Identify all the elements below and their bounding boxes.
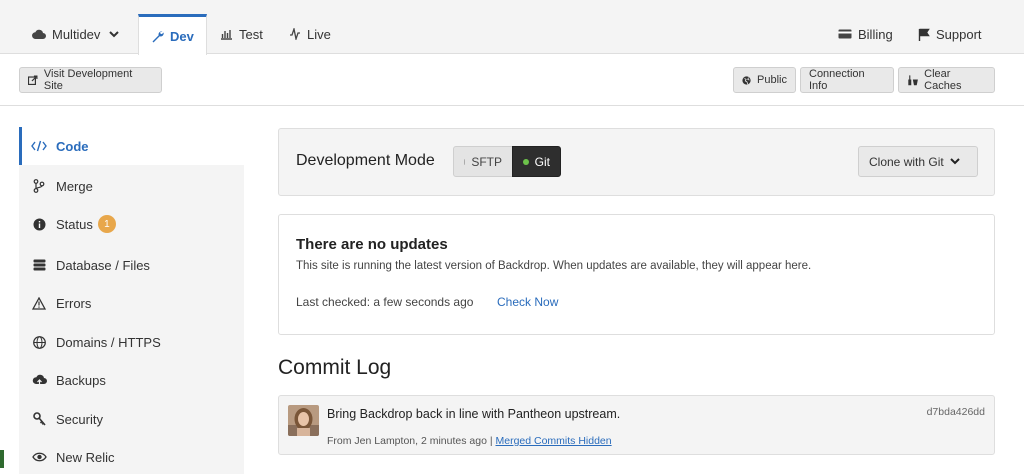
pulse-icon [290,28,300,40]
sidebar-item-label: Database / Files [56,257,150,273]
sidebar: Code Merge Status 1 Database / Files Err… [19,127,244,474]
sidebar-item-backups[interactable]: Backups [19,361,244,399]
divider [0,105,1024,106]
sftp-label: SFTP [471,154,502,169]
sidebar-item-label: Code [56,138,89,154]
commit-meta: From Jen Lampton, 2 minutes ago | Merged… [327,435,612,447]
chevron-down-icon [949,158,960,165]
public-button[interactable]: Public [733,67,796,93]
globe-icon [742,75,751,85]
commit-author-time: From Jen Lampton, 2 minutes ago | [327,435,493,447]
sidebar-item-errors[interactable]: Errors [19,284,244,322]
support-link[interactable]: Support [906,14,994,54]
tab-dev[interactable]: Dev [138,14,207,55]
sidebar-item-domains-https[interactable]: Domains / HTTPS [19,323,244,361]
billing-link[interactable]: Billing [826,14,905,54]
environment-bar: Multidev Dev Test Live Billing Support [0,0,1024,55]
code-icon [31,138,47,154]
tab-multidev-label: Multidev [52,26,101,42]
development-mode-panel: Development Mode SFTP Git Clone with Git [278,128,995,196]
sidebar-item-label: Merge [56,178,93,194]
sidebar-item-new-relic[interactable]: New Relic [19,438,244,474]
merged-commits-hidden-link[interactable]: Merged Commits Hidden [495,435,611,447]
key-icon [31,411,47,427]
sidebar-item-label: Status [56,216,93,232]
tab-multidev[interactable]: Multidev [20,14,137,54]
visit-site-label: Visit Development Site [43,68,133,92]
check-now-link[interactable]: Check Now [497,295,558,309]
last-checked-text: Last checked: a few seconds ago [296,295,474,309]
public-label: Public [757,74,787,86]
sidebar-item-label: Errors [56,295,92,311]
sidebar-item-code[interactable]: Code [19,127,244,165]
bar-chart-icon [221,30,232,40]
cloud-icon [32,29,46,39]
updates-title: There are no updates [296,236,448,253]
commit-message: Bring Backdrop back in line with Pantheo… [327,407,621,421]
connection-info-button[interactable]: Connection Info [800,67,894,93]
database-icon [31,257,47,273]
clone-label: Clone with Git [869,154,944,169]
external-link-icon [28,75,38,85]
credit-card-icon [838,29,852,39]
git-label: Git [534,154,550,169]
chevron-down-icon [109,30,120,37]
updates-description: This site is running the latest version … [296,260,812,272]
wrench-icon [152,30,164,42]
sftp-status-dot [464,158,466,165]
status-badge: 1 [97,215,116,233]
sidebar-item-label: Domains / HTTPS [56,334,161,350]
flag-icon [918,28,930,41]
commit-log-heading: Commit Log [278,356,392,379]
globe-icon [31,334,47,350]
sidebar-item-label: Security [56,411,103,427]
sftp-mode-button[interactable]: SFTP [453,146,513,177]
development-mode-title: Development Mode [296,152,435,169]
broom-icon [908,75,918,86]
info-icon [31,216,47,232]
eye-icon [31,449,47,465]
clear-caches-label: Clear Caches [924,68,962,92]
connection-info-label: Connection Info [809,68,865,92]
avatar [288,405,319,436]
sidebar-item-status[interactable]: Status 1 [19,205,244,243]
sidebar-item-database-files[interactable]: Database / Files [19,246,244,284]
tab-live[interactable]: Live [277,14,343,54]
sidebar-item-label: Backups [56,372,106,388]
updates-card: There are no updates This site is runnin… [278,214,995,335]
git-mode-button[interactable]: Git [512,146,561,177]
support-label: Support [936,26,982,42]
sidebar-item-merge[interactable]: Merge [19,167,244,205]
edge-marker [0,450,4,468]
tab-test-label: Test [239,26,263,42]
cloud-upload-icon [31,372,47,388]
tab-dev-label: Dev [170,28,194,44]
sidebar-item-security[interactable]: Security [19,400,244,438]
git-status-dot [523,158,529,165]
visit-site-button[interactable]: Visit Development Site [19,67,162,93]
warning-icon [31,295,47,311]
merge-icon [31,178,47,194]
clone-with-git-button[interactable]: Clone with Git [858,146,978,177]
commit-entry: Bring Backdrop back in line with Pantheo… [278,395,995,455]
sidebar-item-label: New Relic [56,449,115,465]
tab-test[interactable]: Test [208,14,275,54]
tab-live-label: Live [307,26,331,42]
billing-label: Billing [858,26,893,42]
clear-caches-button[interactable]: Clear Caches [898,67,995,93]
commit-hash: d7bda426dd [926,406,985,418]
